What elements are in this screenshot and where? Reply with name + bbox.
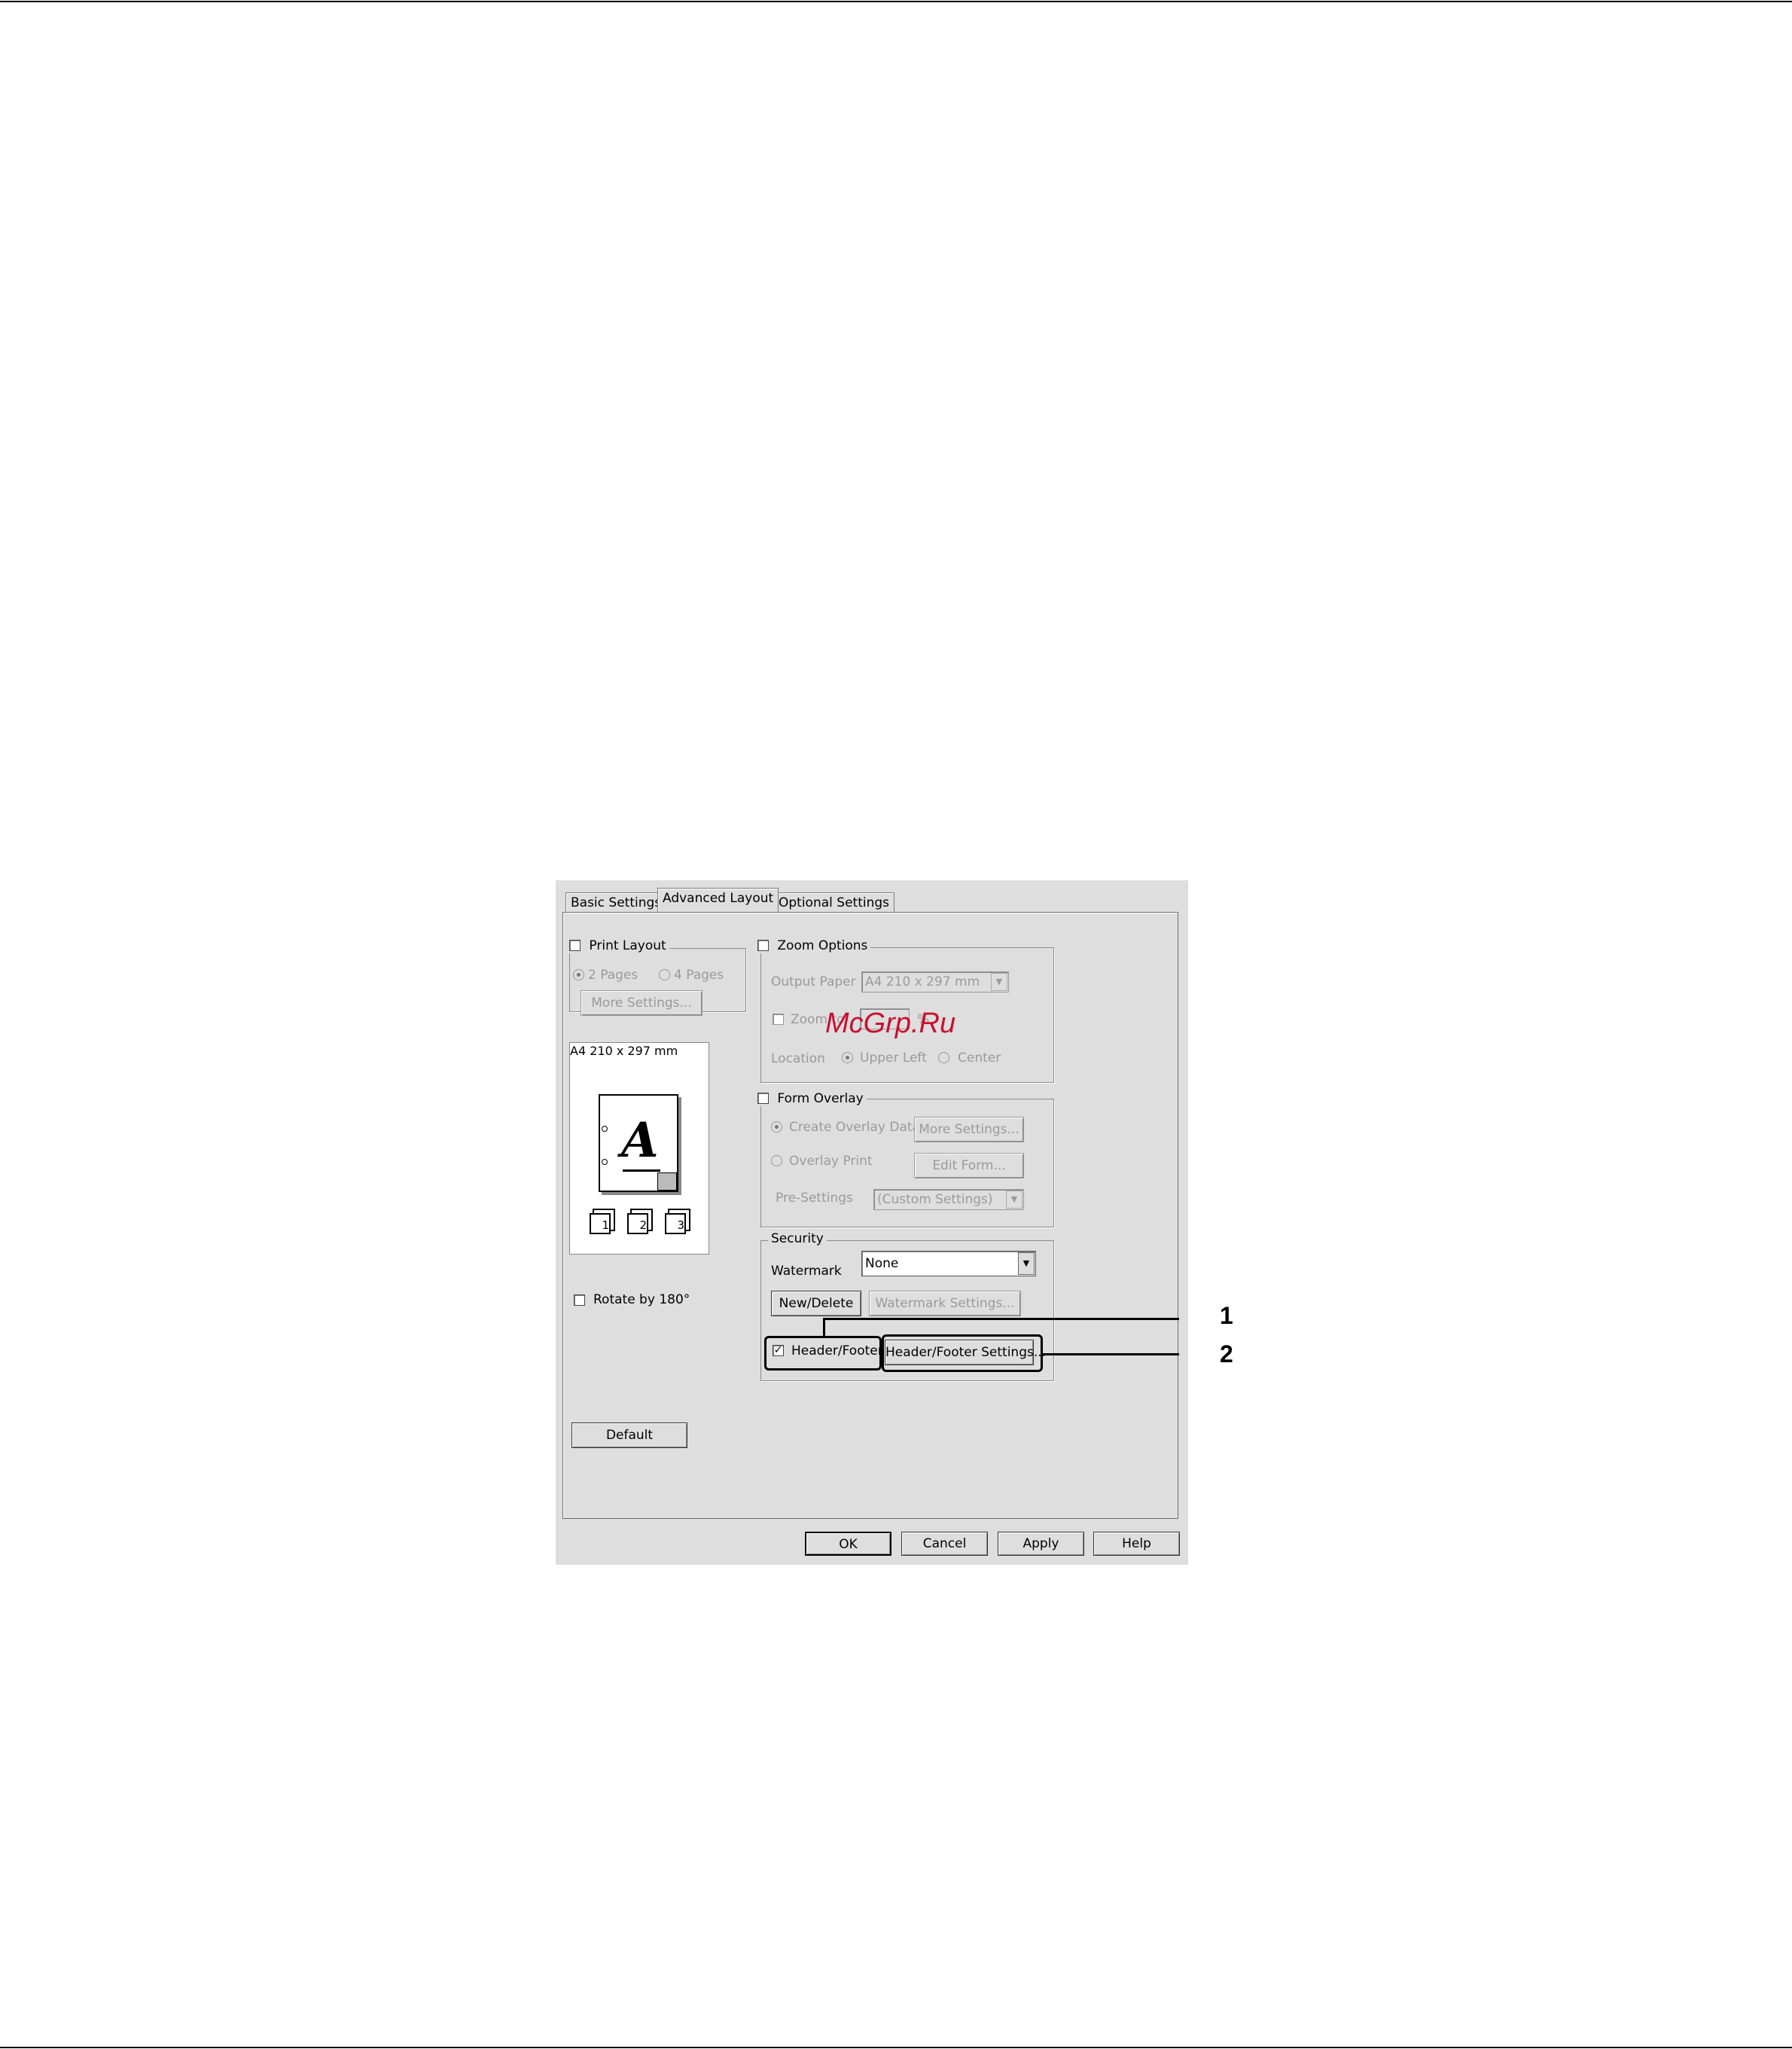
edit-form-button[interactable]: Edit Form... (914, 1153, 1024, 1178)
radio-center[interactable] (938, 1052, 949, 1063)
copy-stack-2-icon: 2 (627, 1213, 648, 1234)
preview-footer-mark (623, 1169, 660, 1172)
output-paper-select[interactable]: A4 210 x 297 mm ▼ (861, 971, 1009, 992)
callout-box-1 (764, 1336, 882, 1371)
rotate-180-label: Rotate by 180° (593, 1292, 690, 1307)
overlay-more-settings-button[interactable]: More Settings... (914, 1117, 1024, 1142)
printer-properties-dialog: Basic Settings Advanced Layout Optional … (556, 880, 1188, 1565)
help-button[interactable]: Help (1093, 1532, 1180, 1556)
watermark-value: None (865, 1256, 899, 1271)
binding-hole-icon (602, 1126, 608, 1132)
site-watermark: McGrp.Ru (825, 1008, 956, 1039)
callout-box-2 (882, 1334, 1043, 1372)
layout-preview: A4 210 x 297 mm A 1 2 3 (569, 1042, 709, 1255)
print-layout-checkbox[interactable] (569, 939, 581, 951)
callout-1-leader-vertical (823, 1318, 825, 1337)
cancel-button[interactable]: Cancel (901, 1532, 988, 1556)
copy-stack-1-icon: 1 (590, 1213, 611, 1234)
presettings-select[interactable]: (Custom Settings) ▼ (873, 1189, 1024, 1210)
zoom-to-checkbox[interactable] (773, 1014, 784, 1025)
ok-button[interactable]: OK (805, 1532, 891, 1556)
radio-4-pages-label: 4 Pages (674, 968, 724, 983)
watermark-settings-button[interactable]: Watermark Settings... (869, 1291, 1021, 1316)
zoom-options-header: Zoom Options (754, 938, 871, 953)
security-header: Security (768, 1231, 827, 1246)
copy-stack-2-label: 2 (639, 1218, 647, 1232)
copies-stack-icons: 1 2 3 (587, 1210, 699, 1236)
center-label: Center (958, 1050, 1001, 1066)
print-layout-more-settings-button[interactable]: More Settings... (581, 990, 702, 1016)
presettings-value: (Custom Settings) (877, 1192, 993, 1207)
chevron-down-icon: ▼ (1006, 1191, 1022, 1209)
upper-left-label: Upper Left (860, 1050, 927, 1066)
preview-letter: A (621, 1112, 659, 1169)
overlay-print-label: Overlay Print (789, 1154, 873, 1169)
callout-number-2: 2 (1220, 1340, 1233, 1368)
rotate-180-checkbox[interactable] (574, 1294, 585, 1306)
copy-stack-1-label: 1 (602, 1218, 609, 1232)
radio-4-pages[interactable] (659, 969, 670, 980)
output-paper-label: Output Paper (771, 974, 856, 989)
form-overlay-label: Form Overlay (777, 1091, 864, 1106)
copy-stack-3-label: 3 (677, 1218, 684, 1232)
location-label: Location (771, 1051, 825, 1066)
callout-number-1: 1 (1220, 1302, 1233, 1329)
zoom-options-checkbox[interactable] (757, 939, 769, 951)
default-button[interactable]: Default (571, 1422, 687, 1448)
watermark-stamp-icon (657, 1172, 677, 1191)
apply-button[interactable]: Apply (998, 1532, 1084, 1556)
watermark-select[interactable]: None ▼ (861, 1251, 1036, 1276)
preview-page: A (599, 1094, 678, 1192)
bottom-rule (0, 2047, 1792, 2048)
binding-hole-icon (602, 1159, 608, 1165)
presettings-label: Pre-Settings (776, 1191, 853, 1206)
preview-paper-size: A4 210 x 297 mm (570, 1044, 678, 1058)
print-layout-header: Print Layout (566, 938, 669, 953)
zoom-options-label: Zoom Options (777, 938, 868, 953)
tab-advanced-layout[interactable]: Advanced Layout (657, 888, 779, 912)
create-overlay-label: Create Overlay Data (789, 1120, 920, 1135)
print-layout-label: Print Layout (589, 938, 666, 953)
radio-create-overlay[interactable] (771, 1121, 782, 1133)
form-overlay-checkbox[interactable] (757, 1092, 769, 1104)
output-paper-value: A4 210 x 297 mm (865, 974, 980, 989)
callout-1-leader-horizontal (823, 1318, 1179, 1320)
form-overlay-header: Form Overlay (754, 1091, 867, 1106)
radio-2-pages[interactable] (573, 969, 584, 980)
radio-upper-left[interactable] (842, 1052, 853, 1063)
callout-2-leader (1043, 1353, 1179, 1355)
new-delete-button[interactable]: New/Delete (771, 1291, 861, 1316)
top-rule (0, 1, 1792, 2)
radio-overlay-print[interactable] (771, 1155, 782, 1166)
chevron-down-icon: ▼ (1018, 1252, 1035, 1275)
radio-2-pages-label: 2 Pages (588, 968, 638, 983)
tab-optional-settings[interactable]: Optional Settings (773, 892, 895, 912)
watermark-label: Watermark (771, 1264, 842, 1279)
copy-stack-3-icon: 3 (665, 1213, 686, 1234)
chevron-down-icon: ▼ (991, 973, 1007, 991)
tab-basic-settings[interactable]: Basic Settings (565, 892, 667, 912)
